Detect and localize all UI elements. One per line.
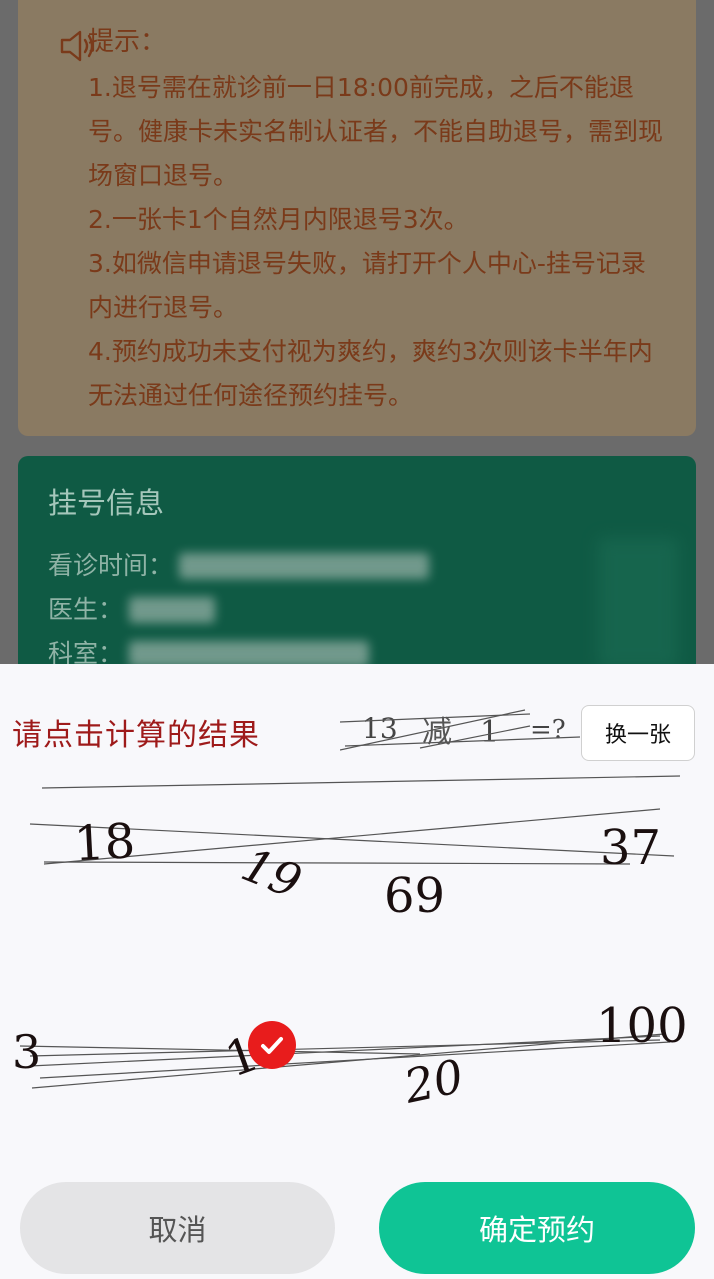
notice-title: 提示： — [88, 27, 167, 57]
cancel-button[interactable]: 取消 — [20, 1182, 335, 1274]
answer-option[interactable]: 19 — [234, 837, 309, 909]
answer-option[interactable]: 37 — [600, 820, 661, 876]
notice-item: 2.一张卡1个自然月内限退号3次。 — [88, 205, 469, 234]
registration-card: 挂号信息 看诊时间： 医生： 科室： — [18, 456, 696, 686]
speaker-icon — [60, 30, 94, 62]
noise-line — [41, 775, 681, 789]
captcha-canvas[interactable]: 18 37 19 69 3 1 20 100 — [0, 664, 714, 1144]
doctor-label: 医生： — [48, 595, 124, 624]
notice-panel: 提示： 1.退号需在就诊前一日18:00前完成，之后不能退号。健康卡未实名制认证… — [18, 0, 696, 436]
answer-option[interactable]: 3 — [12, 1025, 41, 1079]
redacted-value — [129, 597, 216, 623]
answer-option[interactable]: 69 — [384, 868, 445, 924]
notice-item: 1.退号需在就诊前一日18:00前完成，之后不能退号。健康卡未实名制认证者，不能… — [88, 73, 664, 190]
notice-item: 3.如微信申请退号失败，请打开个人中心-挂号记录内进行退号。 — [88, 249, 646, 322]
confirm-appointment-button[interactable]: 确定预约 — [379, 1182, 695, 1274]
registration-title: 挂号信息 — [48, 486, 165, 520]
visit-time-label: 看诊时间： — [48, 551, 174, 580]
answer-option[interactable]: 100 — [596, 998, 688, 1054]
notice-item: 4.预约成功未支付视为爽约，爽约3次则该卡半年内无法通过任何途径预约挂号。 — [88, 337, 653, 410]
answer-option[interactable]: 18 — [73, 813, 137, 872]
redacted-value — [179, 553, 430, 579]
doctor-row: 医生： — [48, 588, 666, 632]
answer-option[interactable]: 20 — [399, 1049, 468, 1114]
selected-check-icon — [248, 1021, 296, 1069]
visit-time-row: 看诊时间： — [48, 544, 666, 588]
redacted-block — [598, 538, 678, 668]
noise-line — [43, 808, 661, 865]
captcha-sheet: 请点击计算的结果 13 减 1 =? 换一张 18 37 19 69 3 1 2… — [0, 664, 714, 1279]
checkmark-icon — [261, 1037, 283, 1054]
